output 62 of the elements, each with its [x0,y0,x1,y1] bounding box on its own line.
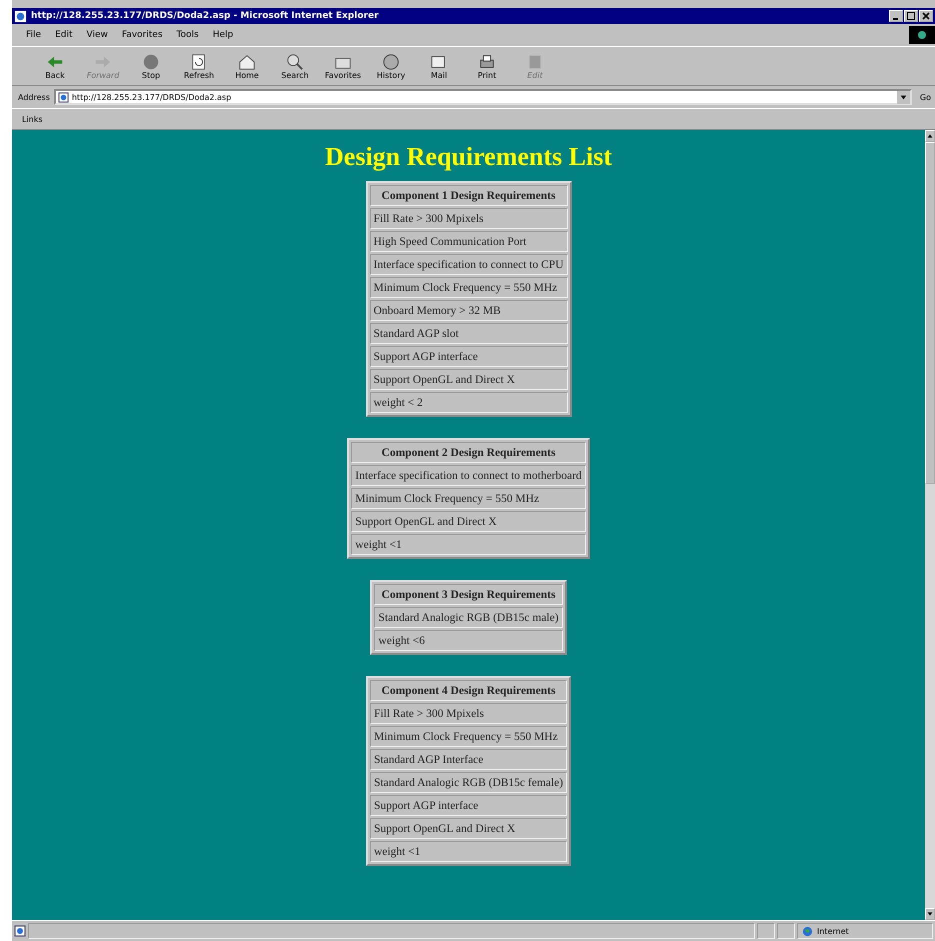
table-cell: Support AGP interface [370,795,568,816]
scroll-thumb[interactable] [925,142,935,484]
toolbar-button[interactable]: Stop [128,48,174,84]
table-cell: Minimum Clock Frequency = 550 MHz [351,488,586,509]
table-cell: High Speed Communication Port [370,231,568,252]
scroll-down-icon[interactable] [925,908,935,920]
table-cell: Minimum Clock Frequency = 550 MHz [370,726,568,747]
toolbar-button[interactable]: Favorites [320,48,366,84]
page-icon [58,92,69,102]
toolbar-button[interactable]: Search [272,48,318,84]
table-heading: Component 3 Design Requirements [374,584,563,605]
table-cell: Fill Rate > 300 Mpixels [370,208,568,229]
table-cell: Minimum Clock Frequency = 550 MHz [370,277,568,298]
table-cell: Support OpenGL and Direct X [370,369,568,390]
menu-item[interactable]: Help [212,30,234,40]
minimize-button[interactable] [889,10,903,22]
maximize-icon [907,12,915,20]
table-heading: Component 2 Design Requirements [351,442,586,463]
toolbar-button[interactable]: Mail [416,48,462,84]
menu-item[interactable]: Edit [55,30,72,40]
address-field[interactable]: http://128.255.23.177/DRDS/Doda2.asp [54,89,912,105]
menu-item[interactable]: View [86,30,108,40]
menu-item[interactable]: File [26,30,42,40]
globe-icon [802,926,813,936]
toolbar-button[interactable]: Refresh [176,48,222,84]
table-cell: Support OpenGL and Direct X [370,818,568,839]
browser-icon [14,10,27,22]
table-cell: Support AGP interface [370,346,568,367]
table-cell: weight <1 [351,534,586,555]
toolbar-button[interactable]: Home [224,48,270,84]
menu-item[interactable]: Tools [176,30,199,40]
table-cell: Onboard Memory > 32 MB [370,300,568,321]
table-cell: Interface specification to connect to motherboard [351,465,586,486]
table-heading: Component 1 Design Requirements [370,185,568,206]
toolbar-button[interactable]: History [368,48,414,84]
links-label[interactable]: Links [22,114,43,124]
table-cell: weight <6 [374,630,563,651]
table-cell: Standard AGP slot [370,323,568,344]
go-button[interactable]: Go [916,92,935,102]
table-cell: Standard AGP Interface [370,749,568,770]
page-title: Design Requirements List [325,142,612,172]
table-cell: Fill Rate > 300 Mpixels [370,703,568,724]
address-label: Address [18,92,50,102]
table-cell: weight <1 [370,841,568,862]
table-cell: Standard Analogic RGB (DB15c female) [370,772,568,793]
logo-icon [909,26,935,44]
window-title: http://128.255.23.177/DRDS/Doda2.asp - Microsoft Internet Explorer [31,11,380,21]
page-icon [14,925,26,937]
toolbar-button[interactable]: Print [464,48,510,84]
scroll-up-icon[interactable] [925,130,935,142]
menu-item[interactable]: Favorites [122,30,163,40]
close-button[interactable] [919,10,933,22]
table-heading: Component 4 Design Requirements [370,680,568,701]
toolbar-button[interactable]: Back [32,48,78,84]
maximize-button[interactable] [904,10,918,22]
dropdown-icon[interactable] [896,90,910,104]
table-cell: Standard Analogic RGB (DB15c male) [374,607,563,628]
zone-label: Internet [817,926,849,936]
table-cell: Support OpenGL and Direct X [351,511,586,532]
table-cell: Interface specification to connect to CPU [370,254,568,275]
close-icon [922,12,930,20]
table-cell: weight < 2 [370,392,568,413]
